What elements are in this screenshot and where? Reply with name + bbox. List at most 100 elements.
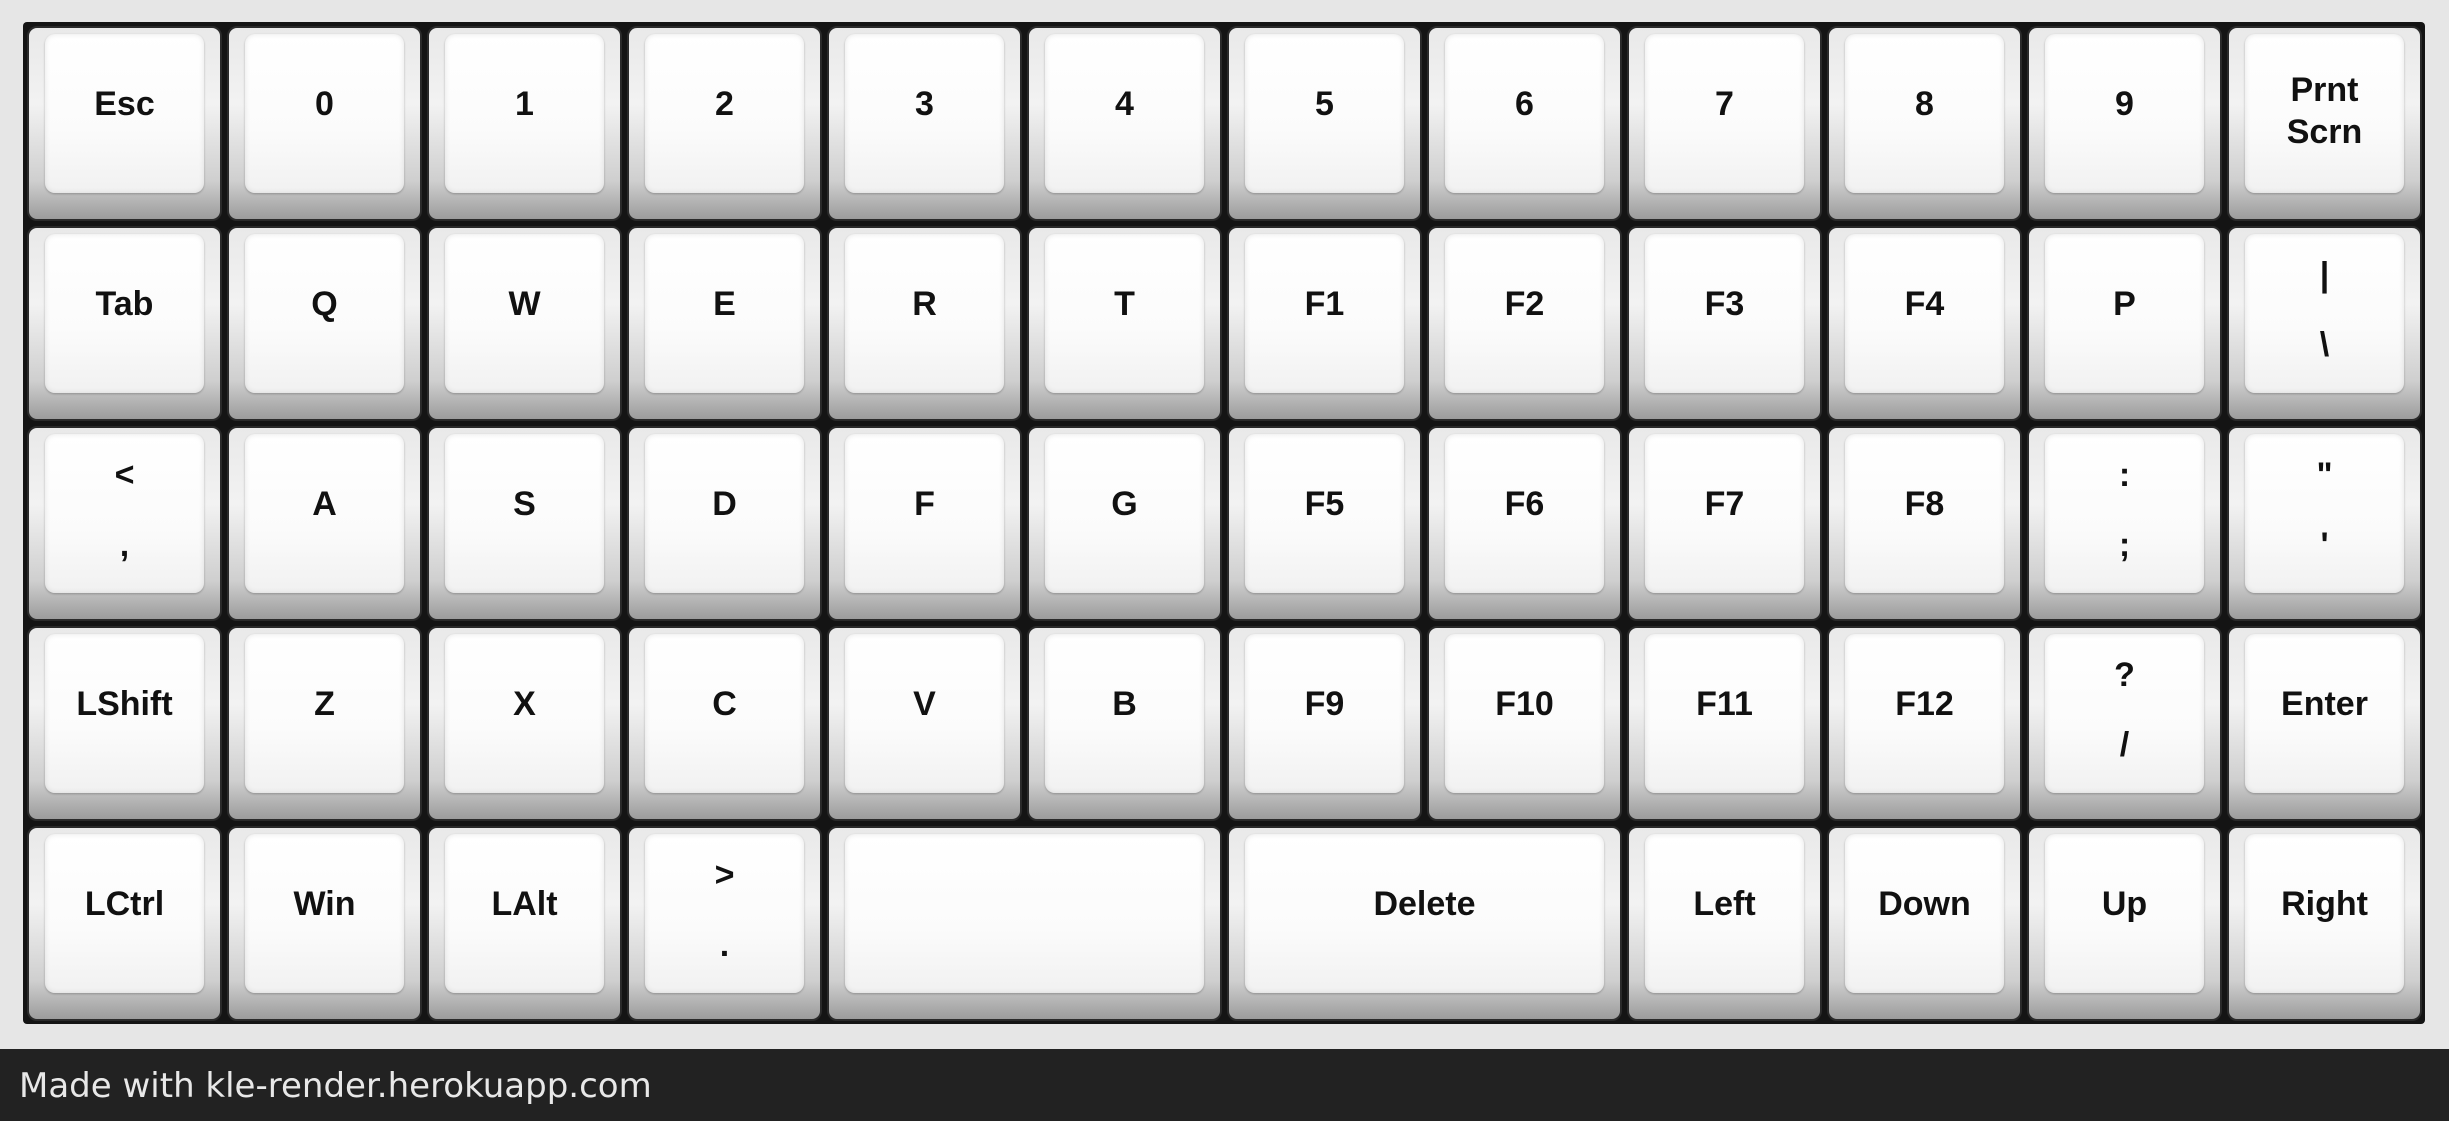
key-legend-main: . (719, 926, 730, 964)
key-legend: Z (314, 685, 335, 723)
key-lctrl: LCtrl (27, 826, 222, 1021)
key-legend: W (508, 285, 541, 323)
key-legend: Win (293, 885, 356, 923)
key-legend: 0 (315, 85, 334, 123)
key-5: 5 (1227, 26, 1422, 221)
key-legend: F9 (1304, 685, 1345, 723)
key-legend: 6 (1515, 85, 1534, 123)
key-9: 9 (2027, 26, 2222, 221)
key-legend: T (1114, 285, 1135, 323)
key-legend-shift: > (714, 856, 735, 894)
key-win: Win (227, 826, 422, 1021)
key-legend-line1: Prnt (2290, 71, 2359, 109)
key-g: G (1027, 426, 1222, 621)
key-quote: " ' (2227, 426, 2422, 621)
key-legend-main: ' (2320, 526, 2329, 564)
key-legend: Down (1878, 885, 1971, 923)
key-f11: F11 (1627, 626, 1822, 821)
footer-credit: Made with kle-render.herokuapp.com (19, 1066, 652, 1106)
key-2: 2 (627, 26, 822, 221)
key-legend: C (712, 685, 737, 723)
key-e: E (627, 226, 822, 421)
key-0: 0 (227, 26, 422, 221)
key-legend-main: \ (2319, 326, 2330, 364)
key-legend-shift: | (2319, 256, 2330, 294)
key-w: W (427, 226, 622, 421)
keyboard-layout: Esc 0 1 2 3 4 5 6 7 8 9 Prnt Scrn Tab Q W E R T F1 F2 F3 F4 P | \… (23, 22, 2425, 1024)
key-legend-shift: ? (2114, 656, 2135, 694)
key-3: 3 (827, 26, 1022, 221)
key-up: Up (2027, 826, 2222, 1021)
key-4: 4 (1027, 26, 1222, 221)
key-legend-main: , (119, 526, 130, 564)
key-tab: Tab (27, 226, 222, 421)
key-legend-shift: < (114, 456, 135, 494)
key-f9: F9 (1227, 626, 1422, 821)
key-lalt: LAlt (427, 826, 622, 1021)
key-comma: <, (27, 426, 222, 621)
key-legend: F2 (1504, 285, 1545, 323)
key-x: X (427, 626, 622, 821)
key-legend: D (712, 485, 737, 523)
key-legend: X (513, 685, 536, 723)
key-8: 8 (1827, 26, 2022, 221)
key-legend-main: ; (2118, 526, 2131, 564)
key-legend: F10 (1495, 685, 1554, 723)
key-legend: F1 (1304, 285, 1345, 323)
key-legend: P (2113, 285, 2136, 323)
key-legend: Left (1693, 885, 1756, 923)
key-legend: F11 (1696, 685, 1753, 723)
key-enter: Enter (2227, 626, 2422, 821)
key-f1: F1 (1227, 226, 1422, 421)
key-1: 1 (427, 26, 622, 221)
key-legend: Delete (1373, 885, 1476, 923)
key-legend: B (1112, 685, 1137, 723)
key-legend: V (913, 685, 936, 723)
key-legend: F3 (1704, 285, 1745, 323)
key-legend-shift: : (2118, 456, 2131, 494)
key-7: 7 (1627, 26, 1822, 221)
key-legend: Tab (95, 285, 154, 323)
key-legend: 9 (2115, 85, 2134, 123)
key-legend: F12 (1895, 685, 1954, 723)
key-down: Down (1827, 826, 2022, 1021)
key-prntscrn: Prnt Scrn (2227, 26, 2422, 221)
key-period: >. (627, 826, 822, 1021)
key-legend: Up (2101, 885, 2148, 923)
key-legend: F4 (1904, 285, 1945, 323)
key-legend: F7 (1704, 485, 1745, 523)
key-semicolon: :; (2027, 426, 2222, 621)
key-legend: 8 (1915, 85, 1934, 123)
key-d: D (627, 426, 822, 621)
key-legend: F (914, 485, 935, 523)
key-legend: F8 (1904, 485, 1945, 523)
key-c: C (627, 626, 822, 821)
key-legend: Enter (2281, 685, 2368, 723)
key-legend: Q (311, 285, 338, 323)
key-legend: Esc (94, 85, 155, 123)
key-legend: A (312, 485, 337, 523)
footer-bar: Made with kle-render.herokuapp.com (0, 1049, 2449, 1121)
key-f12: F12 (1827, 626, 2022, 821)
key-legend: F5 (1304, 485, 1345, 523)
key-pipe: | \ (2227, 226, 2422, 421)
key-f5: F5 (1227, 426, 1422, 621)
key-f: F (827, 426, 1022, 621)
key-legend: S (513, 485, 536, 523)
key-t: T (1027, 226, 1222, 421)
key-p: P (2027, 226, 2222, 421)
key-legend: 4 (1115, 85, 1134, 123)
key-b: B (1027, 626, 1222, 821)
key-legend: Right (2281, 885, 2368, 923)
key-a: A (227, 426, 422, 621)
key-legend: LAlt (491, 885, 558, 923)
key-6: 6 (1427, 26, 1622, 221)
key-legend-line2: Scrn (2286, 113, 2363, 151)
key-f7: F7 (1627, 426, 1822, 621)
key-delete: Delete (1227, 826, 1622, 1021)
key-legend: LShift (76, 685, 173, 723)
key-lshift: LShift (27, 626, 222, 821)
key-legend-shift: " (2316, 456, 2333, 494)
key-legend: E (713, 285, 736, 323)
key-left: Left (1627, 826, 1822, 1021)
